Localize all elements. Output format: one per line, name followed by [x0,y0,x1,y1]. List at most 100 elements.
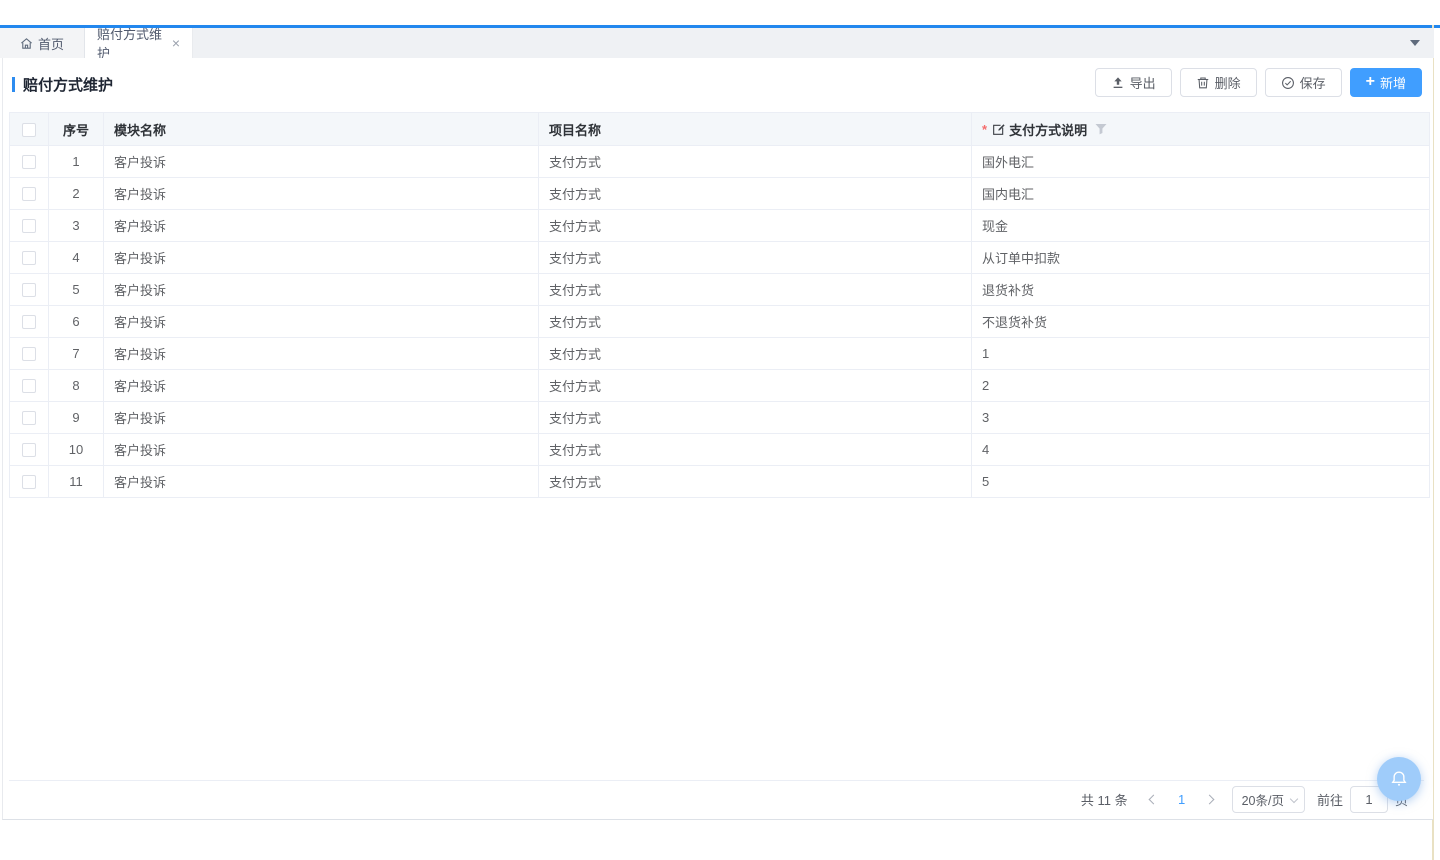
cell-module: 客户投诉 [104,466,539,498]
row-checkbox[interactable] [22,251,36,265]
cell-index: 4 [49,242,104,274]
cell-project: 支付方式 [539,466,972,498]
column-header-index: 序号 [49,113,104,146]
circle-check-icon [1281,76,1295,90]
table-row: 5 客户投诉 支付方式 退货补货 [10,274,1430,306]
cell-payment[interactable]: 1 [972,338,1430,370]
table-row: 10 客户投诉 支付方式 4 [10,434,1430,466]
row-checkbox[interactable] [22,411,36,425]
table-body: 1 客户投诉 支付方式 国外电汇 2 客户投诉 支付方式 国内电汇 3 客户投诉… [10,146,1430,498]
trash-icon [1196,76,1210,90]
tab-active[interactable]: 赔付方式维护 × [85,28,193,58]
delete-button[interactable]: 删除 [1180,68,1257,97]
app-window: 首页 赔付方式维护 × 赔付方式维护 导出 删除 [0,0,1440,860]
cell-project: 支付方式 [539,306,972,338]
cell-module: 客户投诉 [104,306,539,338]
tab-home[interactable]: 首页 [0,28,85,58]
delete-label: 删除 [1215,73,1241,92]
plus-icon: + [1366,74,1375,90]
cell-index: 5 [49,274,104,306]
cell-payment[interactable]: 5 [972,466,1430,498]
row-checkbox[interactable] [22,347,36,361]
cell-project: 支付方式 [539,338,972,370]
cell-module: 客户投诉 [104,210,539,242]
export-label: 导出 [1130,73,1156,92]
cell-project: 支付方式 [539,210,972,242]
save-button[interactable]: 保存 [1265,68,1342,97]
cell-module: 客户投诉 [104,370,539,402]
data-table: 序号 模块名称 项目名称 * 支付方式说明 [9,112,1430,498]
table-row: 9 客户投诉 支付方式 3 [10,402,1430,434]
chevron-down-icon [1290,794,1298,802]
cell-project: 支付方式 [539,242,972,274]
cell-payment[interactable]: 国外电汇 [972,146,1430,178]
required-mark: * [982,122,987,137]
row-checkbox[interactable] [22,379,36,393]
add-button[interactable]: + 新增 [1350,68,1422,97]
cell-payment[interactable]: 4 [972,434,1430,466]
column-header-project: 项目名称 [539,113,972,146]
caret-down-icon[interactable] [1410,40,1420,46]
row-checkbox[interactable] [22,219,36,233]
table-header-row: 序号 模块名称 项目名称 * 支付方式说明 [10,113,1430,146]
row-checkbox[interactable] [22,283,36,297]
cell-project: 支付方式 [539,178,972,210]
tab-active-label: 赔付方式维护 [97,24,172,62]
cell-index: 1 [49,146,104,178]
filter-funnel-icon[interactable] [1095,123,1107,135]
export-button[interactable]: 导出 [1095,68,1172,97]
cell-module: 客户投诉 [104,402,539,434]
cell-module: 客户投诉 [104,146,539,178]
cell-index: 6 [49,306,104,338]
chevron-right-icon[interactable] [1198,787,1222,811]
page-number-current[interactable]: 1 [1170,792,1194,807]
cell-index: 10 [49,434,104,466]
table-row: 11 客户投诉 支付方式 5 [10,466,1430,498]
cell-payment[interactable]: 国内电汇 [972,178,1430,210]
save-label: 保存 [1300,73,1326,92]
tab-bar: 首页 赔付方式维护 × [0,28,1434,58]
cell-payment[interactable]: 现金 [972,210,1430,242]
toolbar: 导出 删除 保存 + 新增 [1095,68,1422,97]
cell-payment[interactable]: 退货补货 [972,274,1430,306]
page-size-value: 20条/页 [1242,790,1284,809]
table-row: 6 客户投诉 支付方式 不退货补货 [10,306,1430,338]
cell-index: 3 [49,210,104,242]
column-header-payment-label: 支付方式说明 [1009,120,1087,139]
cell-payment[interactable]: 从订单中扣款 [972,242,1430,274]
column-header-payment: * 支付方式说明 [972,113,1430,146]
cell-index: 9 [49,402,104,434]
table-container: 序号 模块名称 项目名称 * 支付方式说明 [9,112,1430,498]
select-all-checkbox[interactable] [22,123,36,137]
row-checkbox[interactable] [22,155,36,169]
page-size-select[interactable]: 20条/页 [1232,786,1305,813]
pagination-total: 共 11 条 [1081,790,1128,809]
cell-module: 客户投诉 [104,434,539,466]
close-icon[interactable]: × [172,36,180,50]
row-checkbox[interactable] [22,187,36,201]
cell-index: 7 [49,338,104,370]
add-label: 新增 [1380,73,1406,92]
table-row: 1 客户投诉 支付方式 国外电汇 [10,146,1430,178]
notification-fab[interactable] [1377,757,1421,801]
chevron-left-icon[interactable] [1142,787,1166,811]
page-title: 赔付方式维护 [12,74,113,95]
cell-project: 支付方式 [539,146,972,178]
cell-index: 2 [49,178,104,210]
column-header-module: 模块名称 [104,113,539,146]
cell-payment[interactable]: 3 [972,402,1430,434]
pagination-bar: 共 11 条 1 20条/页 前往 页 [9,780,1424,817]
tab-home-label: 首页 [38,34,64,53]
home-icon [20,37,33,50]
cell-module: 客户投诉 [104,274,539,306]
cell-index: 8 [49,370,104,402]
cell-project: 支付方式 [539,434,972,466]
row-checkbox[interactable] [22,443,36,457]
row-checkbox[interactable] [22,315,36,329]
content-panel: 赔付方式维护 导出 删除 保存 [2,58,1433,820]
cell-payment[interactable]: 不退货补货 [972,306,1430,338]
cell-payment[interactable]: 2 [972,370,1430,402]
row-checkbox[interactable] [22,475,36,489]
table-row: 4 客户投诉 支付方式 从订单中扣款 [10,242,1430,274]
upload-icon [1111,76,1125,90]
